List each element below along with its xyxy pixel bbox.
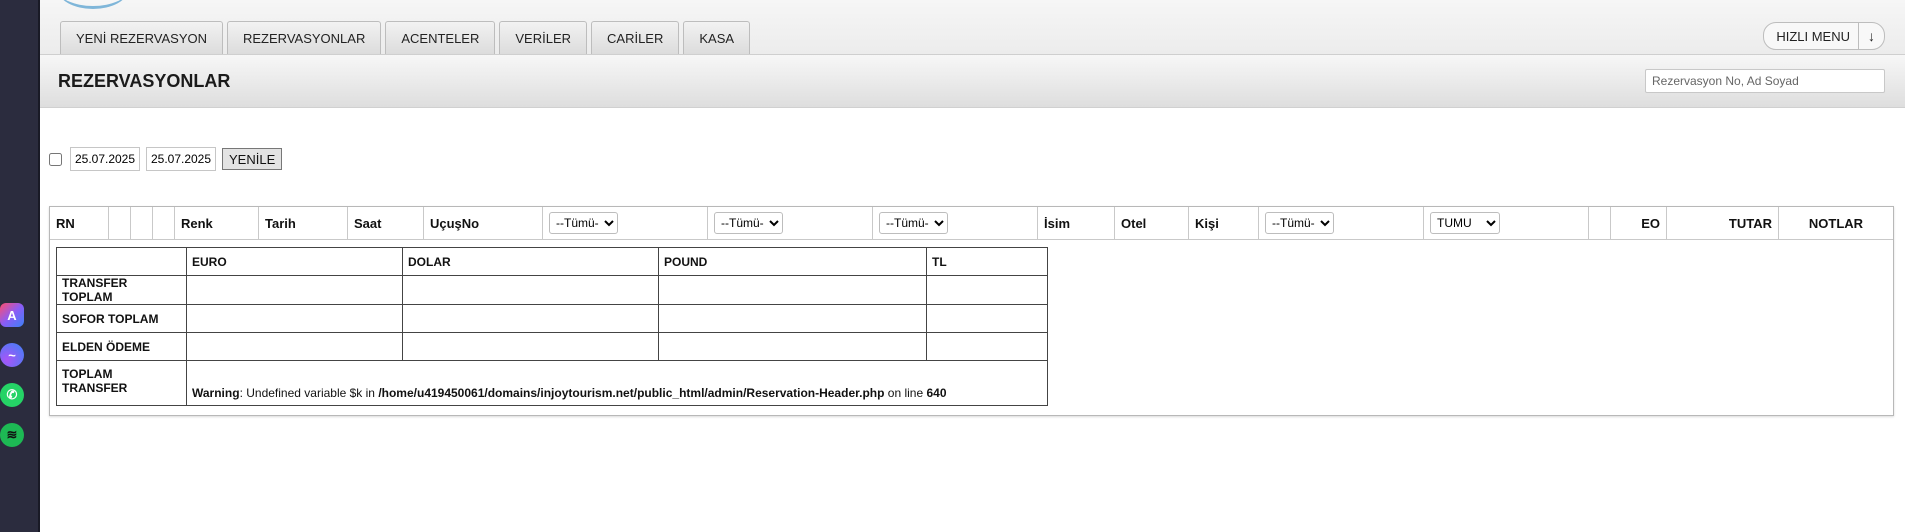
warning-text: : Undefined variable $k in: [239, 386, 379, 400]
col-isim: İsim: [1037, 207, 1115, 240]
quick-menu-label: HIZLI MENU: [1776, 28, 1850, 44]
col-blank-2: [130, 207, 153, 240]
tab-kasa[interactable]: KASA: [683, 21, 751, 54]
summary-header-tl: TL: [926, 247, 1048, 276]
whatsapp-icon[interactable]: ✆: [0, 383, 24, 407]
summary-row: TOPLAM TRANSFER Warning: Undefined varia…: [56, 360, 1048, 406]
filter-select-1[interactable]: --Tümü-: [549, 212, 618, 234]
reservations-panel: RN Renk Tarih Saat UçuşNo --Tümü- --Tümü…: [49, 206, 1894, 416]
php-warning: Warning: Undefined variable $k in /home/…: [186, 360, 1048, 406]
summary-cell: [658, 304, 927, 333]
summary-cell: [658, 332, 927, 361]
summary-cell: [186, 332, 403, 361]
tab-veriler[interactable]: VERİLER: [499, 21, 588, 54]
summary-header-dolar: DOLAR: [402, 247, 659, 276]
warning-line: 640: [926, 386, 947, 400]
col-tarih: Tarih: [258, 207, 348, 240]
filter-bar: YENİLE: [49, 147, 283, 171]
summary-cell: [658, 275, 927, 305]
summary-row-label: ELDEN ÖDEME: [56, 332, 187, 361]
summary-row: SOFOR TOPLAM: [56, 304, 1048, 333]
refresh-button[interactable]: YENİLE: [222, 148, 283, 170]
app-dock: A ~ ✆ ≋: [0, 0, 40, 532]
date-to-input[interactable]: [146, 147, 216, 171]
summary-cell: [926, 332, 1048, 361]
col-rn: RN: [50, 207, 109, 240]
arrow-down-icon: ↓: [1858, 23, 1884, 49]
summary-row: TRANSFER TOPLAM: [56, 275, 1048, 305]
col-filter-5: TUMU: [1423, 207, 1589, 240]
col-notlar: NOTLAR: [1778, 207, 1893, 240]
col-eo: EO: [1610, 207, 1667, 240]
summary-cell: [402, 275, 659, 305]
summary-row: ELDEN ÖDEME: [56, 332, 1048, 361]
filter-select-4[interactable]: --Tümü-: [1265, 212, 1334, 234]
summary-header-row: EURO DOLAR POUND TL: [56, 247, 1048, 276]
summary-cell: [402, 304, 659, 333]
filter-select-5[interactable]: TUMU: [1430, 212, 1500, 234]
date-from-input[interactable]: [70, 147, 140, 171]
col-filter-4: --Tümü-: [1258, 207, 1424, 240]
col-renk: Renk: [174, 207, 259, 240]
col-blank-3: [152, 207, 175, 240]
reservations-header-row: RN Renk Tarih Saat UçuşNo --Tümü- --Tümü…: [50, 207, 1893, 240]
filter-select-2[interactable]: --Tümü-: [714, 212, 783, 234]
col-filter-1: --Tümü-: [542, 207, 708, 240]
messenger-icon[interactable]: ~: [0, 343, 24, 367]
quick-menu-button[interactable]: HIZLI MENU ↓: [1763, 22, 1885, 50]
summary-cell: [926, 304, 1048, 333]
summary-table: EURO DOLAR POUND TL TRANSFER TOPLAM SOFO…: [56, 247, 1048, 406]
col-blank-1: [108, 207, 131, 240]
summary-header-pound: POUND: [658, 247, 927, 276]
warning-text-mid: on line: [884, 386, 927, 400]
summary-corner: [56, 247, 187, 276]
page-header: REZERVASYONLAR: [40, 55, 1905, 108]
tab-rezervasyonlar[interactable]: REZERVASYONLAR: [227, 21, 382, 54]
summary-cell: [926, 275, 1048, 305]
filter-checkbox[interactable]: [49, 152, 62, 166]
summary-cell: [186, 275, 403, 305]
tab-cariler[interactable]: CARİLER: [591, 21, 680, 54]
warning-path: /home/u419450061/domains/injoytourism.ne…: [378, 386, 885, 400]
arc-browser-icon[interactable]: A: [0, 303, 24, 327]
spotify-icon[interactable]: ≋: [0, 423, 24, 447]
col-blank-4: [1588, 207, 1611, 240]
logo: [58, 0, 128, 9]
summary-header-euro: EURO: [186, 247, 403, 276]
filter-select-3[interactable]: --Tümü-: [879, 212, 948, 234]
col-ucus-no: UçuşNo: [423, 207, 543, 240]
top-navigation: YENİ REZERVASYON REZERVASYONLAR ACENTELE…: [40, 0, 1905, 55]
nav-tabs: YENİ REZERVASYON REZERVASYONLAR ACENTELE…: [60, 21, 751, 54]
page-title: REZERVASYONLAR: [58, 71, 231, 91]
search-input[interactable]: [1645, 69, 1885, 93]
col-filter-3: --Tümü-: [872, 207, 1038, 240]
col-kisi: Kişi: [1188, 207, 1259, 240]
summary-row-label: TRANSFER TOPLAM: [56, 275, 187, 305]
tab-yeni-rezervasyon[interactable]: YENİ REZERVASYON: [60, 21, 223, 54]
warning-label: Warning: [192, 386, 240, 400]
summary-cell: [402, 332, 659, 361]
col-tutar: TUTAR: [1666, 207, 1779, 240]
col-filter-2: --Tümü-: [707, 207, 873, 240]
summary-row-label: TOPLAM TRANSFER: [56, 360, 187, 406]
col-saat: Saat: [347, 207, 424, 240]
summary-row-label: SOFOR TOPLAM: [56, 304, 187, 333]
tab-acenteler[interactable]: ACENTELER: [385, 21, 496, 54]
col-otel: Otel: [1114, 207, 1189, 240]
summary-cell: [186, 304, 403, 333]
